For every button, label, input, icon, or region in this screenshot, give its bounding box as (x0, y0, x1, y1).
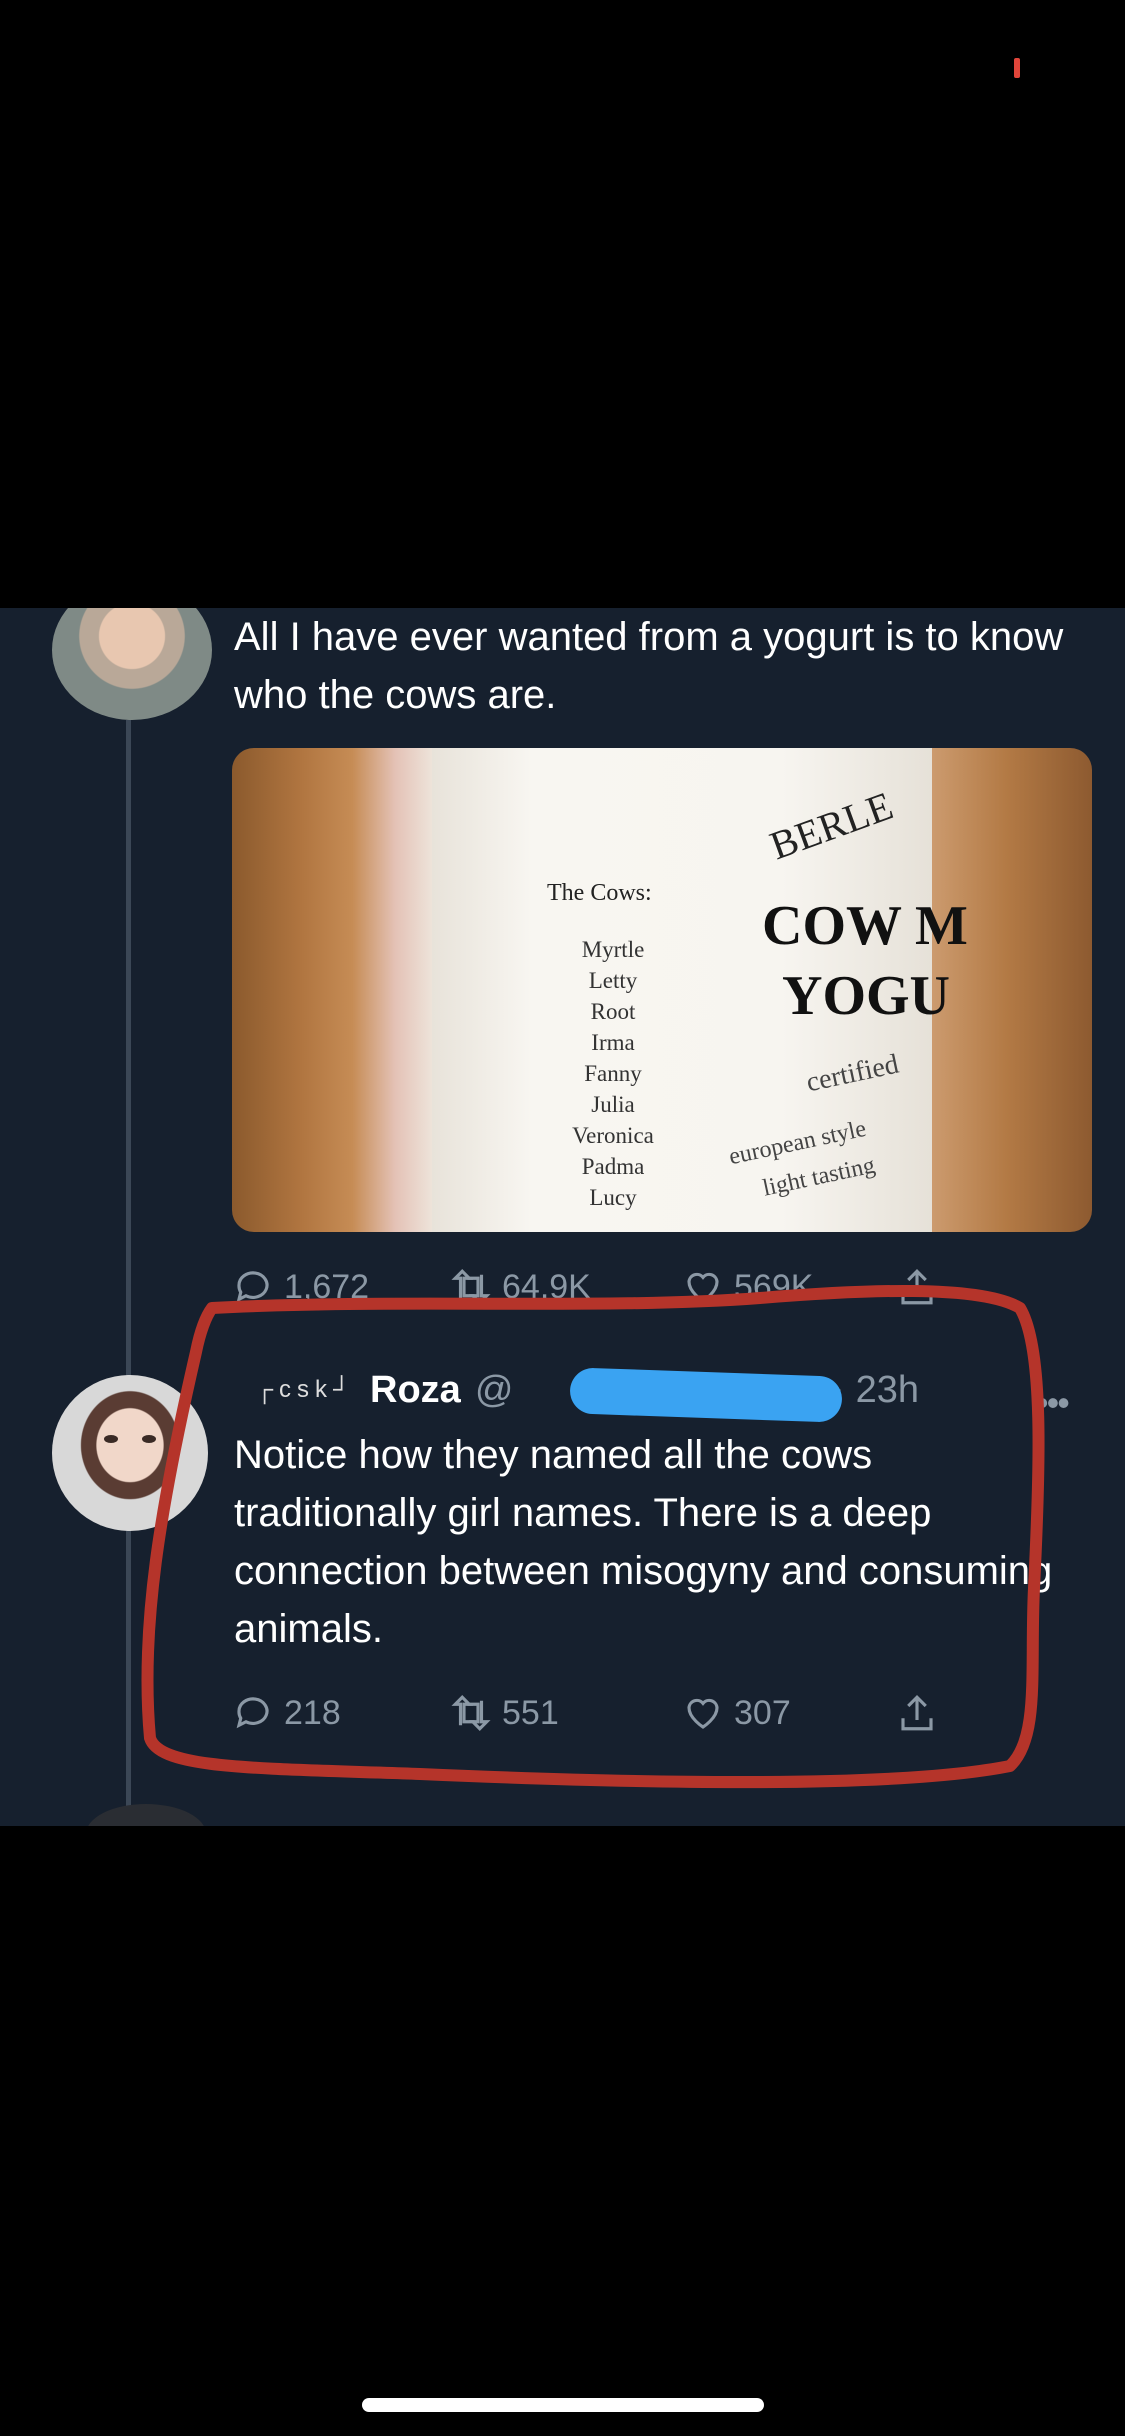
tweet-text: All I have ever wanted from a yogurt is … (234, 615, 1064, 717)
retweet-count: 551 (502, 1693, 559, 1732)
avatar-eye (104, 1435, 118, 1443)
reply-button[interactable]: 1,672 (232, 1262, 369, 1312)
reply-count: 218 (284, 1693, 341, 1732)
like-icon (687, 1272, 719, 1303)
tweet-image[interactable]: The Cows: Myrtle Letty Root Irma Fanny J… (232, 748, 1092, 1232)
cow-name: Lucy (589, 1185, 637, 1210)
avatar[interactable] (52, 1375, 208, 1531)
tweet-text: Notice how they named all the cows tradi… (234, 1433, 1053, 1651)
reply-count: 1,672 (284, 1267, 370, 1306)
retweet-button[interactable]: 64.9K (450, 1262, 591, 1312)
timestamp[interactable]: · 23h (832, 1369, 919, 1412)
cow-name: Fanny (584, 1061, 642, 1086)
like-count: 307 (734, 1693, 791, 1732)
avatar-eye (142, 1435, 156, 1443)
home-indicator[interactable] (362, 2398, 764, 2412)
like-button[interactable]: 307 (682, 1688, 791, 1738)
thread-line (126, 720, 131, 1826)
cow-name: Padma (581, 1154, 645, 1179)
retweet-button[interactable]: 551 (450, 1688, 559, 1738)
reply-button[interactable]: 218 (232, 1688, 341, 1738)
cows-list: Myrtle Letty Root Irma Fanny Julia Veron… (558, 934, 668, 1213)
carton-label: COW M (762, 895, 968, 957)
carton-label: YOGU (782, 965, 950, 1027)
tweet-actions: 1,672 64.9K 569K (232, 1262, 992, 1312)
reply-icon (236, 1271, 269, 1303)
cow-name: Letty (588, 968, 638, 993)
like-icon (687, 1698, 719, 1729)
handle-prefix: @ (474, 1368, 514, 1411)
user-tag: ┌csk┘ (256, 1376, 357, 1403)
cows-title: The Cows: (547, 880, 652, 906)
retweet-icon (451, 1269, 491, 1305)
cow-name: Irma (591, 1030, 635, 1055)
share-icon (901, 1269, 933, 1305)
display-name[interactable]: Roza (370, 1369, 461, 1412)
share-button[interactable] (896, 1262, 938, 1312)
retweet-count: 64.9K (502, 1267, 591, 1306)
tweet-actions: 218 551 307 (232, 1688, 992, 1738)
reply-icon (236, 1697, 269, 1729)
cow-name: Root (590, 999, 636, 1024)
share-button[interactable] (896, 1688, 938, 1738)
cow-name: Myrtle (581, 937, 645, 962)
like-button[interactable]: 569K (682, 1262, 813, 1312)
avatar[interactable] (86, 1804, 206, 1826)
like-count: 569K (734, 1267, 814, 1306)
redaction-scribble (569, 1367, 843, 1423)
retweet-icon (451, 1695, 491, 1731)
share-icon (901, 1695, 933, 1731)
cow-name: Veronica (572, 1123, 654, 1148)
avatar[interactable] (52, 608, 212, 720)
tweet-thread-screenshot: All I have ever wanted from a yogurt is … (0, 608, 1125, 1826)
status-indicator (1014, 58, 1020, 78)
cow-name: Julia (591, 1092, 635, 1117)
more-icon[interactable]: ••• (1036, 1382, 1070, 1424)
